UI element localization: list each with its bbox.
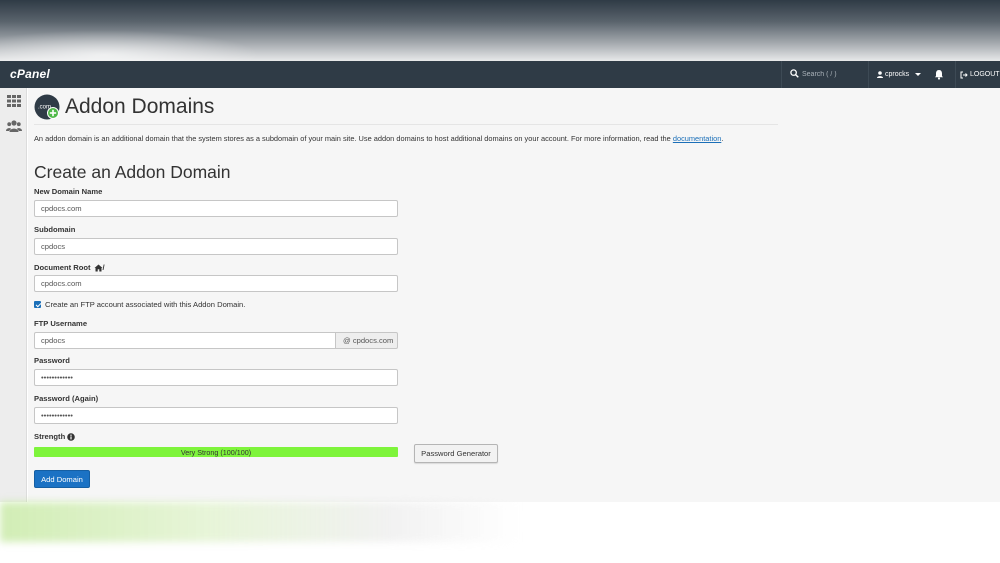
blurred-backdrop-bottom	[0, 502, 1000, 563]
documentation-link[interactable]: documentation	[673, 134, 721, 143]
search-input[interactable]	[802, 67, 864, 82]
password-input[interactable]	[34, 369, 398, 386]
logout-label: LOGOUT	[970, 71, 1000, 78]
document-root-label-text: Document Root	[34, 263, 91, 272]
document-root-input[interactable]	[34, 275, 398, 292]
ftp-checkbox[interactable]	[34, 301, 41, 308]
new-domain-input[interactable]	[34, 200, 398, 217]
intro-body: An addon domain is an additional domain …	[34, 134, 673, 143]
addon-domain-icon: .com	[34, 94, 60, 120]
chevron-down-icon	[915, 73, 922, 76]
intro-period: .	[721, 134, 724, 143]
password-generator-button[interactable]: Password Generator	[414, 444, 498, 463]
subdomain-label: Subdomain	[34, 225, 76, 234]
password-again-input[interactable]	[34, 407, 398, 424]
ftp-domain-addon: @ cpdocs.com	[335, 332, 398, 349]
strength-label: Strength	[34, 432, 76, 441]
intro-text: An addon domain is an additional domain …	[34, 134, 723, 143]
password-label: Password	[34, 356, 70, 365]
side-rail	[0, 88, 27, 502]
username: cprocks	[885, 71, 910, 78]
ftp-username-input[interactable]	[34, 332, 336, 349]
section-title: Create an Addon Domain	[34, 162, 231, 182]
page-header: .com Addon Domains	[34, 93, 778, 125]
document-root-suffix: /	[102, 263, 105, 272]
strength-label-text: Strength	[34, 432, 66, 441]
page-title: Addon Domains	[65, 95, 215, 118]
blurred-backdrop-top	[0, 0, 1000, 61]
ftp-username-label: FTP Username	[34, 319, 88, 328]
home-icon	[94, 264, 103, 271]
top-navbar: cPanel cprocks LOGOUT	[0, 61, 1000, 88]
search-box[interactable]	[781, 61, 869, 88]
add-domain-button[interactable]: Add Domain	[34, 470, 90, 488]
main-content: .com Addon Domains An addon domain is an…	[28, 88, 1000, 502]
ftp-checkbox-label: Create an FTP account associated with th…	[45, 300, 246, 309]
logout-icon	[960, 71, 968, 78]
document-root-label: Document Root /	[34, 263, 105, 272]
password-strength-meter: Very Strong (100/100)	[34, 447, 398, 457]
logout-button[interactable]: LOGOUT	[955, 61, 1000, 88]
search-icon	[790, 69, 799, 78]
strength-meter-text: Very Strong (100/100)	[180, 447, 252, 457]
password-again-label: Password (Again)	[34, 394, 99, 403]
user-menu[interactable]: cprocks	[870, 61, 926, 88]
info-icon[interactable]	[67, 432, 76, 441]
users-icon[interactable]	[6, 118, 22, 134]
cpanel-logo[interactable]: cPanel	[10, 67, 50, 81]
bell-icon[interactable]	[934, 69, 944, 80]
new-domain-label: New Domain Name	[34, 187, 103, 196]
user-icon	[877, 71, 883, 78]
subdomain-input[interactable]	[34, 238, 398, 255]
grid-icon[interactable]	[6, 93, 22, 109]
ftp-checkbox-row[interactable]: Create an FTP account associated with th…	[34, 300, 245, 309]
